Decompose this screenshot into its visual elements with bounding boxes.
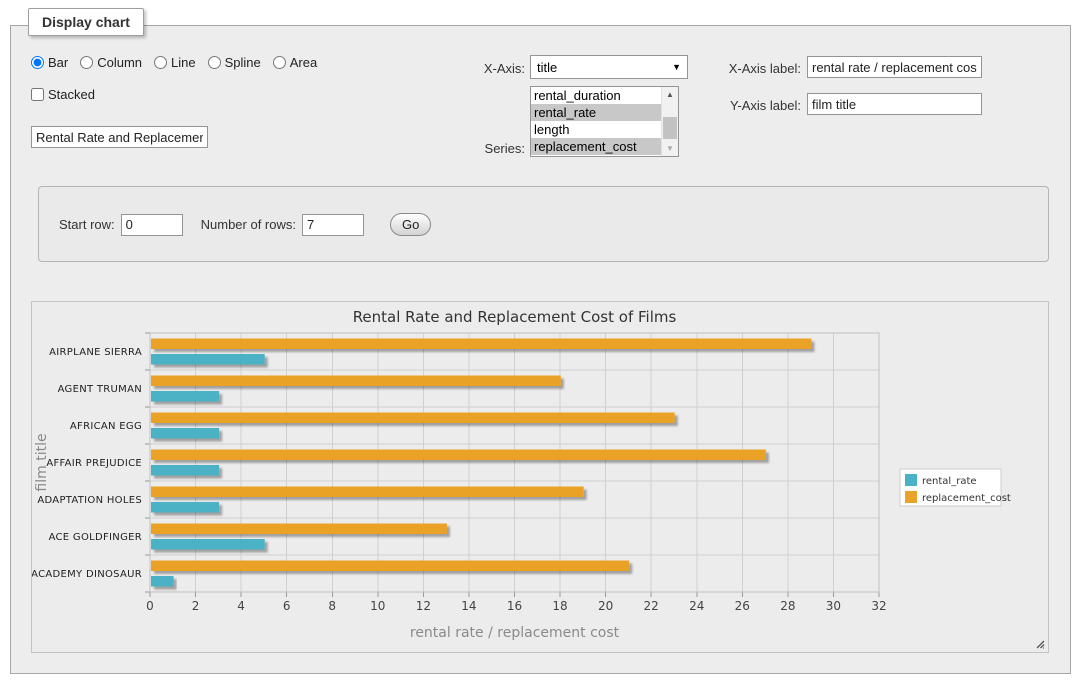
display-chart-fieldset: BarColumnLineSplineArea Stacked X-Axis: … — [10, 25, 1071, 674]
x-tick-label: 10 — [370, 599, 385, 613]
legend-swatch-replacement_cost — [905, 491, 917, 503]
x-tick-label: 4 — [237, 599, 245, 613]
fieldset-legend: Display chart — [28, 8, 144, 36]
y-category-label: AGENT TRUMAN — [58, 384, 142, 395]
xaxis-label-input[interactable] — [807, 56, 982, 78]
chart-type-option-label: Bar — [48, 55, 68, 70]
bar-rental_rate — [151, 465, 219, 476]
legend-label-replacement_cost: replacement_cost — [922, 493, 1011, 504]
x-tick-label: 6 — [283, 599, 291, 613]
bar-rental_rate — [151, 576, 174, 587]
chart-container: 02468101214161820222426283032AIRPLANE SI… — [31, 301, 1049, 653]
y-category-label: ADAPTATION HOLES — [37, 495, 142, 506]
legend-label-rental_rate: rental_rate — [922, 476, 977, 487]
scrollbar-thumb[interactable] — [663, 117, 677, 139]
y-category-label: ACE GOLDFINGER — [49, 532, 142, 543]
chart-type-option-line[interactable]: Line — [154, 55, 196, 70]
bar-replacement_cost — [151, 339, 811, 350]
chart-title: Rental Rate and Replacement Cost of Film… — [353, 308, 677, 326]
x-tick-label: 24 — [689, 599, 704, 613]
stacked-checkbox[interactable] — [31, 88, 44, 101]
series-option-replacement_cost[interactable]: replacement_cost — [531, 138, 661, 155]
chart-svg: 02468101214161820222426283032AIRPLANE SI… — [32, 302, 1048, 652]
bar-rental_rate — [151, 354, 265, 365]
chart-type-option-column[interactable]: Column — [80, 55, 142, 70]
yaxis-label-input[interactable] — [807, 93, 982, 115]
bar-replacement_cost — [151, 376, 561, 387]
y-category-label: AFRICAN EGG — [70, 421, 142, 432]
x-tick-label: 32 — [871, 599, 886, 613]
chart-type-option-label: Column — [97, 55, 142, 70]
chart-type-option-area[interactable]: Area — [273, 55, 317, 70]
chart-type-option-label: Spline — [225, 55, 261, 70]
bar-replacement_cost — [151, 561, 629, 572]
x-tick-label: 8 — [328, 599, 336, 613]
bar-replacement_cost — [151, 450, 766, 461]
chart-type-radio-line[interactable] — [154, 56, 167, 69]
bar-replacement_cost — [151, 413, 675, 424]
chart-yaxis-label: film title — [34, 433, 50, 491]
x-tick-label: 22 — [644, 599, 659, 613]
chart-type-option-label: Area — [290, 55, 317, 70]
chart-legend: rental_rate replacement_cost — [900, 469, 1011, 506]
bar-replacement_cost — [151, 487, 584, 498]
x-tick-label: 2 — [192, 599, 200, 613]
chart-xaxis-label: rental rate / replacement cost — [410, 625, 620, 641]
xaxis-label: X-Axis: — [441, 61, 525, 76]
x-tick-label: 16 — [507, 599, 522, 613]
chart-type-option-label: Line — [171, 55, 196, 70]
num-rows-input[interactable] — [302, 214, 364, 236]
page: Display chart Bar Column Line Spline Area St… — [0, 0, 1081, 681]
chart-type-radio-spline[interactable] — [208, 56, 221, 69]
bar-rental_rate — [151, 428, 219, 439]
chart-type-radio-area[interactable] — [273, 56, 286, 69]
pager-row: Start row: Number of rows: Go — [59, 213, 431, 236]
num-rows-label: Number of rows: — [201, 217, 296, 232]
chart-type-option-spline[interactable]: Spline — [208, 55, 261, 70]
y-category-label: ACADEMY DINOSAUR — [32, 569, 142, 580]
legend-swatch-rental_rate — [905, 474, 917, 486]
bar-rental_rate — [151, 502, 219, 513]
series-label: Series: — [441, 141, 525, 156]
start-row-input[interactable] — [121, 214, 183, 236]
row-range-panel: Start row: Number of rows: Go — [38, 186, 1049, 262]
yaxis-label-field-label: Y-Axis label: — [641, 98, 801, 113]
y-category-label: AFFAIR PREJUDICE — [46, 458, 142, 469]
x-tick-label: 18 — [552, 599, 567, 613]
bar-replacement_cost — [151, 524, 447, 535]
bar-chart: 02468101214161820222426283032AIRPLANE SI… — [32, 302, 1048, 657]
go-button[interactable]: Go — [390, 213, 431, 236]
stacked-checkbox-group[interactable]: Stacked — [31, 87, 95, 102]
x-tick-label: 20 — [598, 599, 613, 613]
x-tick-label: 26 — [735, 599, 750, 613]
x-tick-label: 28 — [780, 599, 795, 613]
x-tick-label: 0 — [146, 599, 154, 613]
series-option-length[interactable]: length — [531, 121, 661, 138]
x-tick-label: 12 — [416, 599, 431, 613]
chart-title-input[interactable] — [31, 126, 208, 148]
stacked-label: Stacked — [48, 87, 95, 102]
start-row-label: Start row: — [59, 217, 115, 232]
chart-type-radio-bar[interactable] — [31, 56, 44, 69]
scroll-down-icon[interactable]: ▼ — [662, 141, 678, 156]
bar-rental_rate — [151, 391, 219, 402]
xaxis-label-field-label: X-Axis label: — [641, 61, 801, 76]
series-listbox[interactable]: rental_durationrental_ratelengthreplacem… — [530, 86, 679, 157]
y-category-label: AIRPLANE SIERRA — [49, 347, 142, 358]
chart-type-option-bar[interactable]: Bar — [31, 55, 68, 70]
chart-type-radios: Bar Column Line Spline Area — [31, 55, 317, 70]
x-tick-label: 14 — [461, 599, 476, 613]
bar-rental_rate — [151, 539, 265, 550]
chart-type-radio-column[interactable] — [80, 56, 93, 69]
resize-handle-icon[interactable] — [1034, 638, 1046, 650]
x-tick-label: 30 — [826, 599, 841, 613]
